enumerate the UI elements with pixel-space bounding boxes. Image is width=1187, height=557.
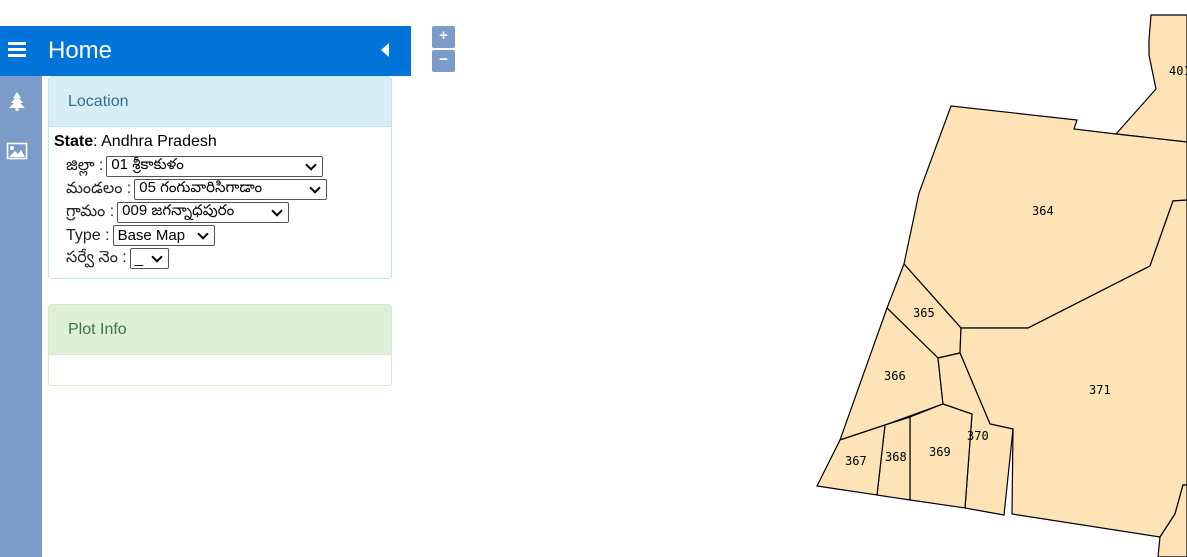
sidebar-title: Home <box>48 37 113 64</box>
plot-label: 368 <box>885 450 907 464</box>
plot-label: 401 <box>1169 64 1187 78</box>
chevron-down-icon <box>196 227 209 240</box>
plot-label: 370 <box>967 429 989 443</box>
survey-no-row: సర్వే నెం : _ <box>66 247 386 270</box>
hamburger-icon[interactable] <box>8 42 26 58</box>
chevron-down-icon <box>271 204 283 217</box>
tree-icon[interactable] <box>6 90 28 112</box>
plot-label: 364 <box>1032 204 1054 218</box>
survey-no-label: సర్వే నెం : <box>66 248 127 266</box>
district-label: జిల్లా : <box>66 156 104 174</box>
survey-no-select-value: _ <box>134 250 144 267</box>
district-select-value: 01 శ్రీకాకుళం <box>111 156 184 173</box>
sidebar-tabs <box>0 76 42 557</box>
state-line: State: Andhra Pradesh <box>54 133 386 151</box>
plot-label: 365 <box>913 306 935 320</box>
mandal-select-value: 05 గంగువారిసిగాడాం <box>139 179 263 196</box>
survey-no-select[interactable]: _ <box>129 248 169 269</box>
sidebar-header: Home <box>0 26 411 76</box>
plot-label: 366 <box>884 369 906 383</box>
mandal-select[interactable]: 05 గంగువారిసిగాడాం <box>134 179 328 200</box>
location-panel-title: Location <box>49 77 391 127</box>
district-row: జిల్లా : 01 శ్రీకాకుళం <box>66 155 386 178</box>
plot-label: 371 <box>1089 383 1111 397</box>
chevron-down-icon <box>309 181 321 194</box>
plot-label: 367 <box>845 454 867 468</box>
state-value: : Andhra Pradesh <box>93 133 217 150</box>
village-select[interactable]: 009 జగన్నాధపురం <box>117 202 290 223</box>
location-panel: Location State: Andhra Pradesh జిల్లా : … <box>48 76 392 279</box>
type-select-value: Base Map <box>117 227 186 244</box>
zoom-control: + − <box>432 26 455 74</box>
state-label: State <box>54 133 94 150</box>
chevron-down-icon <box>151 250 163 263</box>
mandal-row: మండలం : 05 గంగువారిసిగాడాం <box>66 178 386 201</box>
type-select[interactable]: Base Map <box>112 225 215 246</box>
zoom-in-button[interactable]: + <box>432 26 455 48</box>
image-icon[interactable] <box>6 140 28 162</box>
zoom-out-button[interactable]: − <box>432 50 455 72</box>
plot-info-panel: Plot Info <box>48 304 392 386</box>
type-label: Type : <box>66 226 110 244</box>
plot-401[interactable] <box>1114 14 1187 143</box>
plot-info-panel-title: Plot Info <box>49 305 391 355</box>
plot-label: 369 <box>929 445 951 459</box>
type-row: Type : Base Map <box>66 224 386 247</box>
district-select[interactable]: 01 శ్రీకాకుళం <box>106 156 324 177</box>
chevron-down-icon <box>305 158 318 171</box>
plot-info-content <box>49 355 391 367</box>
mandal-label: మండలం : <box>66 179 132 197</box>
caret-left-icon[interactable] <box>381 43 389 57</box>
village-select-value: 009 జగన్నాధపురం <box>122 202 235 219</box>
village-row: గ్రామం : 009 జగన్నాధపురం <box>66 201 386 224</box>
village-label: గ్రామం : <box>66 202 115 220</box>
